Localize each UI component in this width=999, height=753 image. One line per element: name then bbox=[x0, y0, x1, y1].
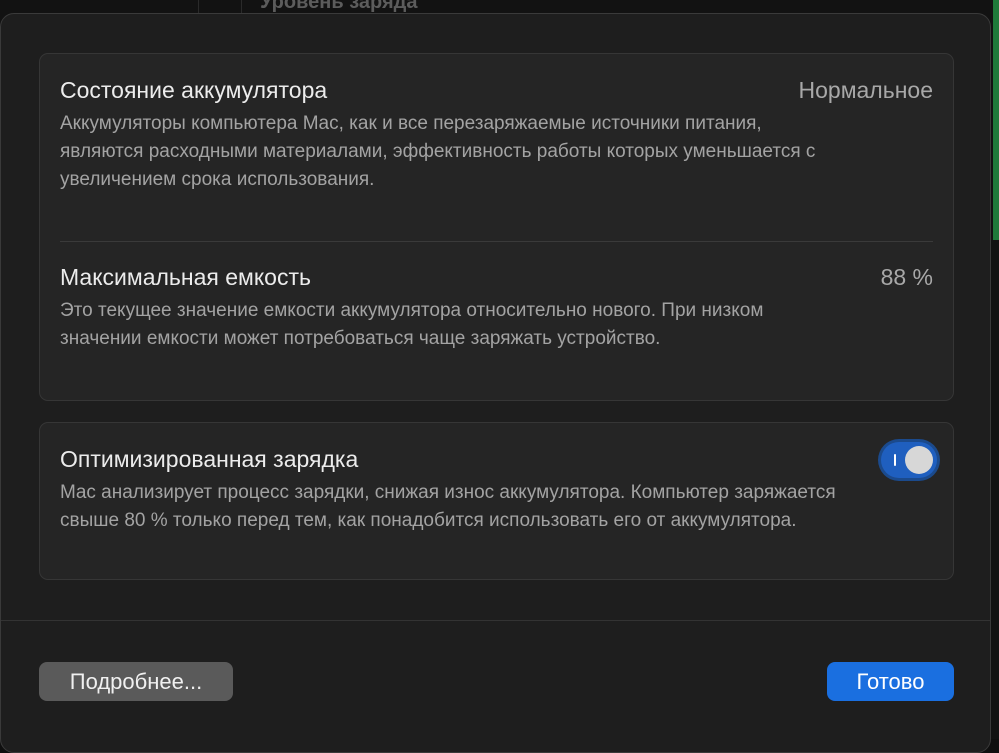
battery-condition-description: Аккумуляторы компьютера Mac, как и все п… bbox=[60, 113, 816, 190]
optimized-charging-row: Оптимизированная зарядка Mac анализирует… bbox=[60, 445, 933, 535]
background-scrollbar bbox=[993, 0, 999, 240]
more-info-button[interactable]: Подробнее... bbox=[39, 662, 233, 701]
optimized-charging-title: Оптимизированная зарядка bbox=[60, 446, 359, 472]
max-capacity-value: 88 % bbox=[880, 264, 933, 290]
optimized-charging-description: Mac анализирует процесс зарядки, снижая … bbox=[60, 482, 836, 531]
battery-health-sheet: Состояние аккумулятора Нормальное Аккуму… bbox=[0, 13, 991, 753]
optimized-charging-group: Оптимизированная зарядка Mac анализирует… bbox=[39, 422, 954, 580]
background-section-title: Уровень заряда bbox=[260, 0, 418, 13]
row-divider bbox=[60, 241, 933, 242]
battery-health-group: Состояние аккумулятора Нормальное Аккуму… bbox=[39, 53, 954, 401]
done-button[interactable]: Готово bbox=[827, 662, 954, 701]
battery-condition-value: Нормальное bbox=[798, 77, 934, 103]
max-capacity-title: Максимальная емкость bbox=[60, 264, 311, 290]
background-sidebar-divider bbox=[198, 0, 242, 14]
footer-divider bbox=[1, 620, 990, 621]
toggle-on-indicator bbox=[894, 454, 896, 466]
toggle-knob bbox=[905, 446, 933, 474]
max-capacity-description: Это текущее значение емкости аккумулятор… bbox=[60, 300, 764, 349]
battery-condition-row: Состояние аккумулятора Нормальное Аккуму… bbox=[60, 76, 933, 194]
max-capacity-row: Максимальная емкость 88 % Это текущее зн… bbox=[60, 263, 933, 353]
optimized-charging-toggle[interactable] bbox=[881, 442, 937, 478]
